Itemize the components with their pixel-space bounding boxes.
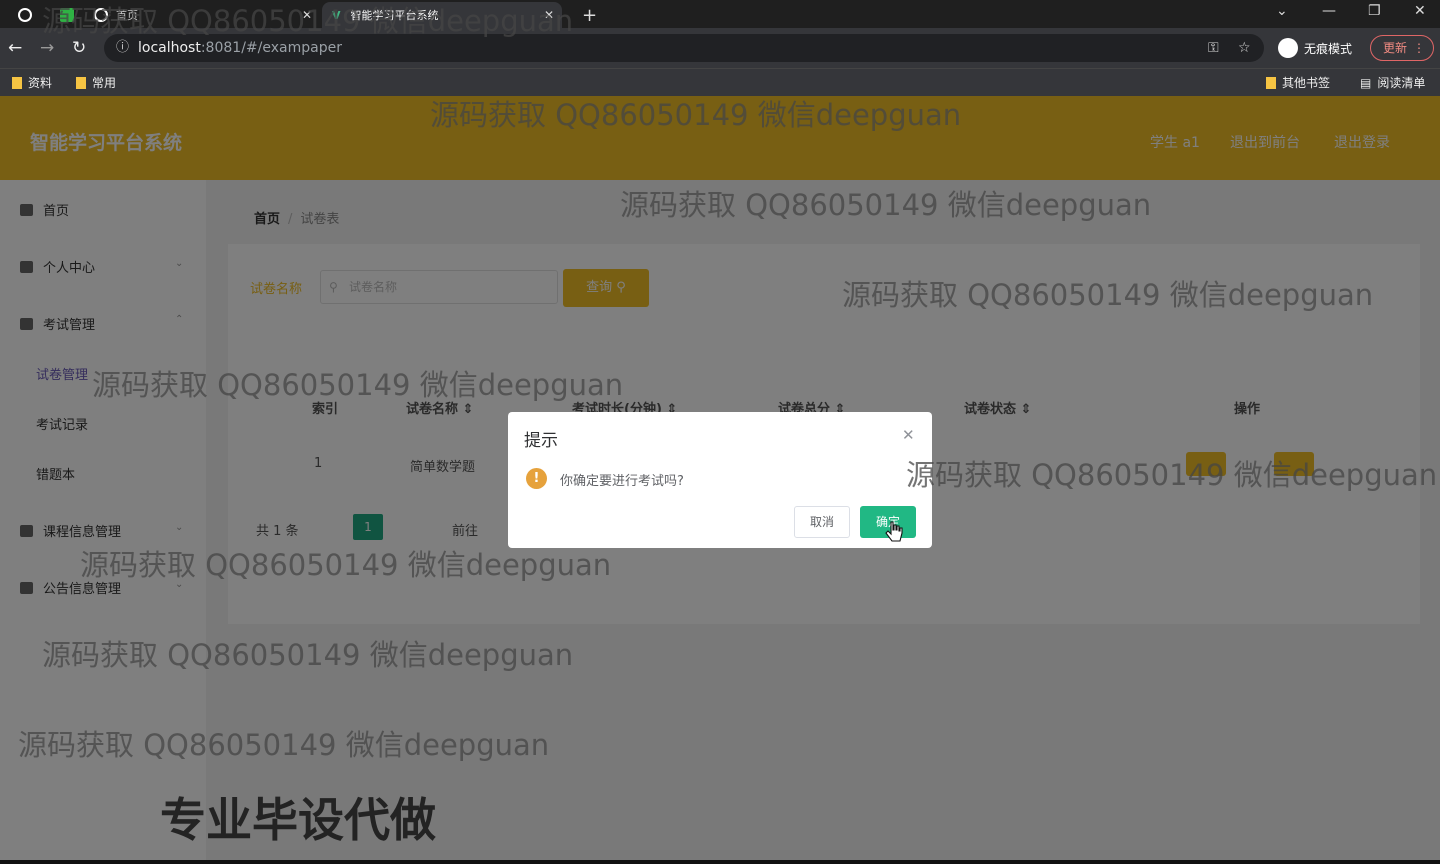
new-tab-button[interactable]: +: [572, 2, 607, 28]
bookmarks-bar: 资料 常用 其他书签 ▤ 阅读清单: [0, 68, 1440, 96]
bookmark-label: 其他书签: [1282, 76, 1331, 90]
update-label: 更新: [1383, 41, 1408, 55]
browser-menu-icon[interactable]: [8, 2, 50, 28]
tab-label: 智能学习平台系统: [350, 9, 439, 22]
incognito-indicator[interactable]: 无痕模式: [1278, 38, 1352, 58]
folder-icon: [1266, 76, 1276, 89]
close-icon[interactable]: ✕: [302, 8, 312, 22]
bookmark-label: 常用: [92, 76, 117, 90]
bookmark-label: 阅读清单: [1377, 76, 1426, 90]
bookmark-folder[interactable]: 常用: [76, 74, 116, 91]
confirm-dialog: 提示 ✕ ! 你确定要进行考试吗? 取消 确定: [508, 412, 932, 548]
tab-label: 首页: [116, 9, 138, 22]
cancel-button[interactable]: 取消: [794, 506, 850, 538]
folder-icon: [76, 76, 86, 89]
url-path: :8081/#/exampaper: [200, 40, 342, 56]
reading-list[interactable]: ▤ 阅读清单: [1360, 74, 1425, 91]
minimize-icon[interactable]: —: [1322, 3, 1336, 19]
star-icon[interactable]: ☆: [1238, 34, 1251, 62]
url-host: localhost: [138, 40, 201, 56]
bookmark-folder[interactable]: 资料: [12, 74, 52, 91]
browser-tab-bar: 首页 ✕ V 智能学习平台系统 ✕ + ⌄ — ❐ ✕: [0, 0, 1440, 28]
key-icon[interactable]: ⚿: [1208, 34, 1219, 62]
taskbar-strip: [0, 860, 1440, 864]
bookmark-label: 资料: [28, 76, 53, 90]
warning-icon: !: [526, 468, 547, 489]
more-icon: ⋮: [1413, 41, 1425, 55]
incognito-icon: [1278, 38, 1298, 58]
tab-search-icon[interactable]: ⌄: [1276, 3, 1288, 19]
reading-list-icon: ▤: [1360, 75, 1372, 90]
update-button[interactable]: 更新 ⋮: [1370, 35, 1434, 61]
back-icon[interactable]: ←: [8, 38, 22, 58]
close-icon[interactable]: ✕: [902, 426, 915, 444]
forward-icon[interactable]: →: [40, 38, 54, 58]
incognito-label: 无痕模式: [1304, 41, 1353, 56]
dialog-message: 你确定要进行考试吗?: [560, 474, 684, 489]
dialog-title: 提示: [524, 431, 558, 451]
browser-toolbar: ← → ↻ ⓘ localhost:8081/#/exampaper ⚿ ☆: [0, 28, 1440, 68]
site-info-icon[interactable]: ⓘ: [116, 34, 129, 62]
folder-icon: [12, 76, 22, 89]
vue-icon: V: [332, 8, 341, 22]
tab-active[interactable]: V 智能学习平台系统 ✕: [322, 2, 562, 28]
globe-icon: [94, 8, 108, 22]
hand-cursor-icon: [885, 521, 903, 542]
close-icon[interactable]: ✕: [544, 8, 554, 22]
close-window-icon[interactable]: ✕: [1414, 3, 1426, 19]
address-bar[interactable]: ⓘ localhost:8081/#/exampaper ⚿ ☆: [104, 34, 1264, 62]
pinned-tab[interactable]: [50, 2, 84, 28]
restore-icon[interactable]: ❐: [1368, 3, 1381, 19]
tab-home[interactable]: 首页 ✕: [84, 2, 320, 28]
reload-icon[interactable]: ↻: [72, 38, 86, 58]
other-bookmarks[interactable]: 其他书签: [1266, 74, 1330, 91]
